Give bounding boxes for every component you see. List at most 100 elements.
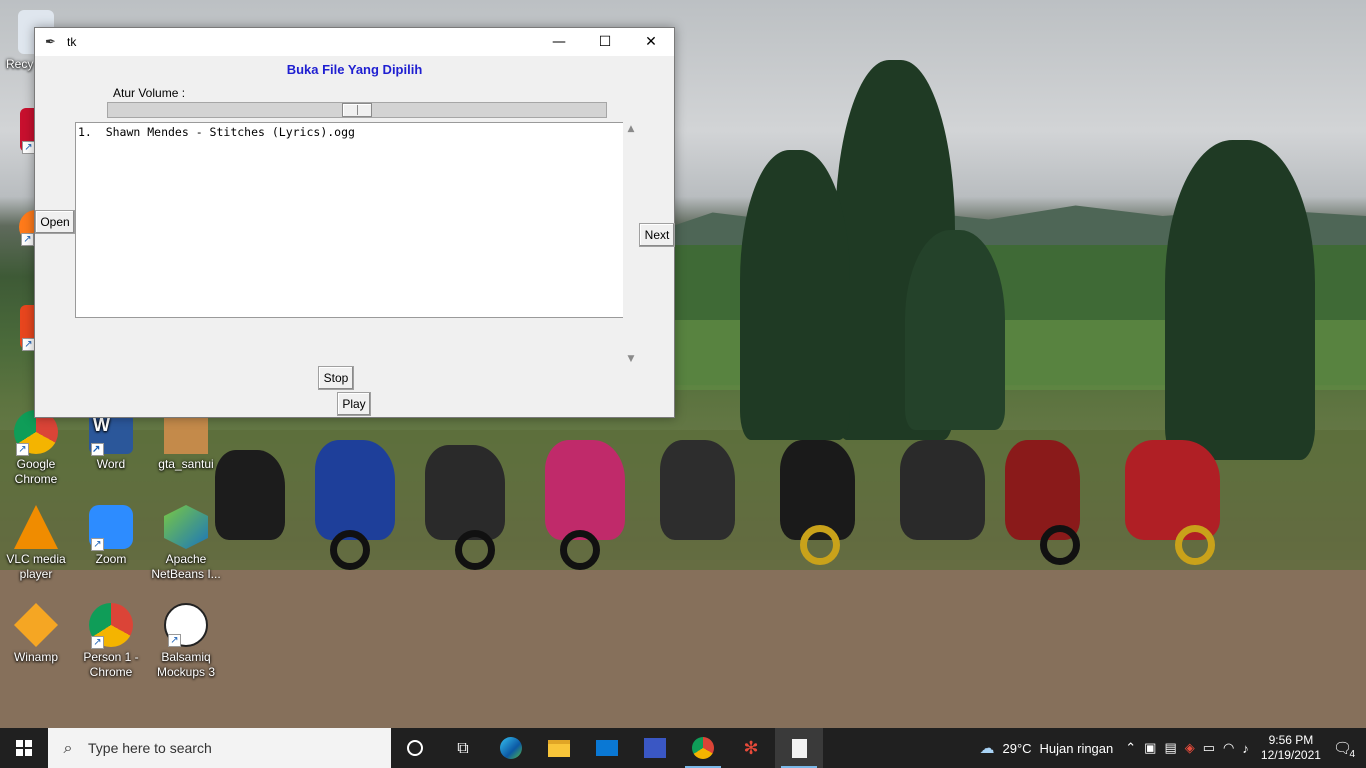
clock-date: 12/19/2021 [1260, 748, 1321, 762]
weather-temp[interactable]: 29°C [1002, 741, 1031, 756]
motorcycle [425, 445, 505, 540]
desktop-icon-label: Balsamiq Mockups 3 [156, 650, 216, 679]
desktop-icon-netbeans[interactable]: Apache NetBeans I... [150, 505, 222, 582]
minimize-button[interactable]: — [536, 28, 582, 56]
mail-icon [596, 740, 618, 756]
taskbar-chrome[interactable] [679, 728, 727, 768]
scroll-up-icon[interactable]: ▲ [623, 122, 639, 136]
pine-tree [905, 230, 1005, 430]
motorcycle-wheel [330, 530, 370, 570]
desktop-icon-label: Person 1 - Chrome [83, 650, 139, 679]
taskbar-search-box[interactable]: ⌕ Type here to search [48, 728, 391, 768]
motorcycle-wheel [455, 530, 495, 570]
motorcycle-wheel [800, 525, 840, 565]
taskbar: ⌕ Type here to search ⧉ ✻ ☁ 29°C Hujan r… [0, 728, 1366, 768]
volume-slider[interactable] [107, 102, 607, 118]
motorcycle-wheel [1175, 525, 1215, 565]
playlist-scrollbar[interactable]: ▲ ▼ [623, 122, 639, 366]
cortana-icon [407, 740, 423, 756]
desktop-icon-label: gta_santui [158, 457, 214, 471]
desktop-icon-label: Winamp [13, 650, 58, 664]
shortcut-arrow-icon: ↗ [16, 443, 29, 456]
chrome-person-icon: ↗ [89, 603, 133, 649]
wifi-icon[interactable]: ◠ [1223, 740, 1234, 756]
desktop-icon-chrome-person[interactable]: ↗ Person 1 - Chrome [75, 603, 147, 680]
desktop-icon-google-chrome[interactable]: ↗ Google Chrome [0, 410, 72, 487]
taskbar-mail[interactable] [583, 728, 631, 768]
cortana-button[interactable] [391, 728, 439, 768]
shortcut-arrow-icon: ↗ [168, 634, 181, 647]
stop-button[interactable]: Stop [318, 366, 354, 390]
scroll-down-icon[interactable]: ▼ [623, 352, 639, 366]
taskbar-edge[interactable] [487, 728, 535, 768]
folder-icon [548, 739, 570, 757]
weather-cloud-icon[interactable]: ☁ [979, 739, 994, 757]
desktop-icon-zoom[interactable]: ↗ Zoom [75, 505, 147, 567]
desktop-icon-label: Zoom [95, 552, 127, 566]
desktop-icon-word[interactable]: W ↗ Word [75, 410, 147, 472]
motorcycle-wheel [560, 530, 600, 570]
system-tray: ☁ 29°C Hujan ringan ⌃ ▣ ▤ ◈ ▭ ◠ ♪ 9:56 P… [975, 728, 1366, 768]
taskbar-tk-window[interactable] [775, 728, 823, 768]
pine-tree [740, 150, 850, 440]
motorcycle [1125, 440, 1220, 540]
weather-text[interactable]: Hujan ringan [1040, 741, 1114, 756]
motorcycle [900, 440, 985, 540]
motorcycle [215, 450, 285, 540]
close-button[interactable]: ✕ [628, 28, 674, 56]
desktop-icon-balsamiq[interactable]: ↗ Balsamiq Mockups 3 [150, 603, 222, 680]
motorcycle [1005, 440, 1080, 540]
desktop-icon-label: VLC media player [6, 552, 66, 581]
edge-icon [500, 737, 522, 759]
motorcycle [660, 440, 735, 540]
document-icon [791, 738, 807, 758]
shortcut-arrow-icon: ↗ [91, 538, 104, 551]
open-button[interactable]: Open [35, 210, 75, 234]
tray-app-icon[interactable]: ◈ [1185, 740, 1195, 756]
desktop-icon-label: Word [96, 457, 126, 471]
play-button[interactable]: Play [337, 392, 371, 416]
desktop-icon-gta-santui[interactable]: gta_santui [150, 410, 222, 472]
tray-app-icon[interactable]: ▣ [1144, 740, 1156, 756]
taskbar-file-explorer[interactable] [535, 728, 583, 768]
shortcut-arrow-icon: ↗ [91, 443, 104, 456]
windows-logo-icon [16, 740, 32, 756]
search-icon: ⌕ [63, 738, 73, 757]
chevron-up-icon[interactable]: ⌃ [1125, 740, 1136, 756]
title-bar[interactable]: ✒ tk — ☐ ✕ [35, 28, 674, 56]
desktop-icon-label: Apache NetBeans I... [151, 552, 221, 581]
zoom-icon: ↗ [89, 505, 133, 551]
spider-web-icon: ✻ [743, 737, 759, 759]
tk-window: ✒ tk — ☐ ✕ Buka File Yang Dipilih Atur V… [34, 27, 675, 418]
start-button[interactable] [0, 728, 48, 768]
clock-time: 9:56 PM [1268, 733, 1314, 747]
taskbar-app-blue[interactable] [631, 728, 679, 768]
desktop-icon-vlc[interactable]: VLC media player [0, 505, 72, 582]
motorcycle [545, 440, 625, 540]
balsamiq-icon: ↗ [164, 603, 208, 647]
next-button[interactable]: Next [639, 223, 675, 247]
chrome-icon [692, 737, 714, 759]
notification-count: 4 [1349, 749, 1355, 760]
clock[interactable]: 9:56 PM 12/19/2021 [1261, 733, 1321, 763]
volume-icon[interactable]: ♪ [1242, 741, 1249, 756]
playlist-item[interactable]: 1. Shawn Mendes - Stitches (Lyrics).ogg [76, 123, 623, 139]
task-view-icon: ⧉ [457, 738, 469, 757]
desktop-icon-winamp[interactable]: Winamp [0, 603, 72, 665]
shortcut-arrow-icon: ↗ [91, 636, 104, 649]
volume-slider-thumb[interactable] [342, 103, 372, 117]
battery-icon[interactable]: ▭ [1203, 740, 1215, 756]
tk-feather-icon: ✒ [45, 34, 56, 49]
motorcycle [315, 440, 395, 540]
task-view-button[interactable]: ⧉ [439, 728, 487, 768]
pine-tree [1165, 140, 1315, 460]
notification-center-icon[interactable]: 🗨 4 [1333, 739, 1355, 760]
motorcycle-wheel [1040, 525, 1080, 565]
taskbar-spider-app[interactable]: ✻ [727, 728, 775, 768]
maximize-button[interactable]: ☐ [582, 28, 628, 56]
search-placeholder: Type here to search [88, 740, 212, 756]
shortcut-arrow-icon: ↗ [21, 233, 34, 246]
winamp-icon [14, 603, 58, 647]
tray-app-icon[interactable]: ▤ [1164, 740, 1176, 756]
playlist-listbox[interactable]: 1. Shawn Mendes - Stitches (Lyrics).ogg [75, 122, 623, 318]
